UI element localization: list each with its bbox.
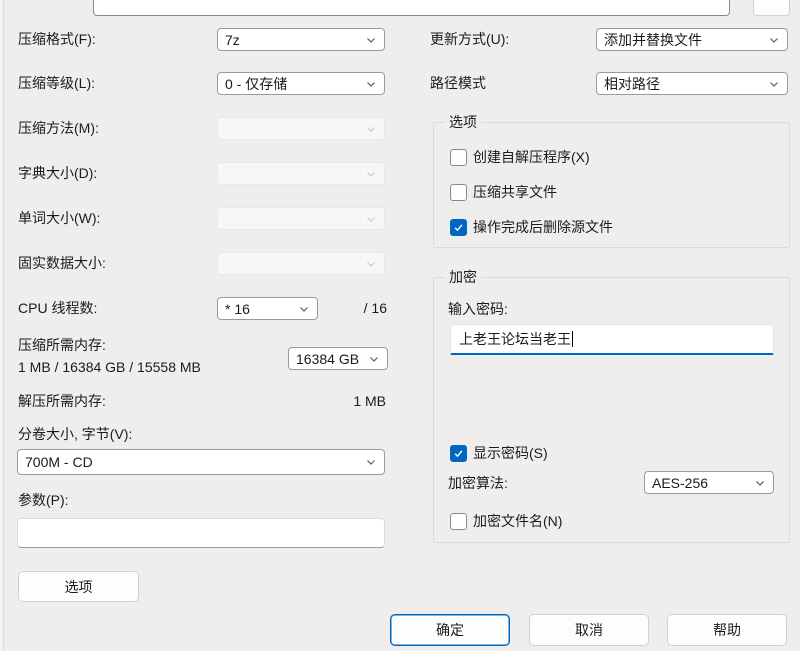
shared-files-checkbox[interactable] [450, 184, 467, 201]
encryption-method-label: 加密算法: [448, 472, 508, 494]
options-button[interactable]: 选项 [18, 571, 139, 602]
help-button[interactable]: 帮助 [667, 614, 787, 646]
delete-after-checkbox-row[interactable]: 操作完成后删除源文件 [450, 217, 613, 237]
path-mode-dropdown[interactable]: 相对路径 [596, 72, 788, 95]
solid-block-label: 固实数据大小: [18, 252, 106, 274]
cpu-threads-value: * 16 [225, 301, 250, 317]
volume-size-label: 分卷大小, 字节(V): [18, 423, 132, 445]
password-input[interactable]: 上老王论坛当老王 [450, 324, 774, 355]
parameters-input[interactable] [17, 518, 385, 548]
chevron-down-icon [768, 78, 780, 90]
chevron-down-icon [754, 477, 766, 489]
word-size-dropdown [217, 207, 385, 230]
options-button-label: 选项 [65, 577, 93, 597]
delete-after-label: 操作完成后删除源文件 [473, 217, 613, 237]
volume-size-value: 700M - CD [25, 454, 93, 470]
ok-button[interactable]: 确定 [390, 614, 510, 646]
archive-name-input[interactable] [93, 0, 730, 16]
show-password-checkbox[interactable] [450, 445, 467, 462]
solid-block-dropdown [217, 252, 385, 275]
chevron-down-icon [365, 168, 377, 180]
parameters-label: 参数(P): [18, 489, 69, 511]
encryption-method-dropdown[interactable]: AES-256 [644, 471, 774, 494]
shared-files-checkbox-row[interactable]: 压缩共享文件 [450, 182, 557, 202]
dialog-left-edge-line [3, 0, 4, 651]
cpu-threads-dropdown[interactable]: * 16 [217, 297, 318, 320]
cancel-button[interactable]: 取消 [529, 614, 649, 646]
show-password-checkbox-row[interactable]: 显示密码(S) [450, 443, 548, 463]
chevron-down-icon [365, 213, 377, 225]
cpu-threads-label: CPU 线程数: [18, 297, 97, 319]
level-label: 压缩等级(L): [18, 72, 95, 94]
delete-after-checkbox[interactable] [450, 219, 467, 236]
show-password-label: 显示密码(S) [473, 443, 548, 463]
update-mode-value: 添加并替换文件 [604, 30, 702, 50]
memory-compress-label: 压缩所需内存: [18, 334, 106, 356]
volume-size-combobox[interactable]: 700M - CD [17, 449, 385, 475]
chevron-down-icon [365, 258, 377, 270]
browse-button[interactable] [753, 0, 790, 16]
encrypt-filenames-checkbox-row[interactable]: 加密文件名(N) [450, 511, 562, 531]
create-sfx-checkbox[interactable] [450, 149, 467, 166]
create-sfx-label: 创建自解压程序(X) [473, 147, 590, 167]
memory-limit-dropdown[interactable]: 16384 GB [288, 347, 388, 370]
chevron-down-icon [365, 123, 377, 135]
update-mode-label: 更新方式(U): [430, 28, 509, 50]
options-group-title: 选项 [445, 112, 481, 132]
add-to-archive-dialog: 压缩格式(F): 7z 压缩等级(L): 0 - 仅存储 压缩方法(M): 字典… [0, 0, 800, 651]
password-value: 上老王论坛当老王 [459, 329, 571, 349]
chevron-down-icon [365, 456, 377, 468]
encrypt-filenames-label: 加密文件名(N) [473, 511, 562, 531]
encryption-group-title: 加密 [445, 267, 481, 287]
enter-password-label: 输入密码: [448, 298, 508, 320]
memory-compress-detail: 1 MB / 16384 GB / 15558 MB [18, 356, 201, 378]
ok-button-label: 确定 [436, 620, 464, 640]
format-label: 压缩格式(F): [18, 28, 96, 50]
format-dropdown[interactable]: 7z [217, 28, 385, 51]
chevron-down-icon [768, 34, 780, 46]
chevron-down-icon [368, 353, 380, 365]
help-button-label: 帮助 [713, 620, 741, 640]
method-dropdown [217, 117, 385, 140]
word-size-label: 单词大小(W): [18, 207, 100, 229]
cancel-button-label: 取消 [575, 620, 603, 640]
memory-decompress-label: 解压所需内存: [18, 390, 106, 412]
chevron-down-icon [365, 78, 377, 90]
encryption-group: 加密 输入密码: 上老王论坛当老王 显示密码(S) 加密算法: AES-256 … [433, 277, 790, 543]
cpu-threads-max: / 16 [340, 297, 387, 319]
format-value: 7z [225, 32, 240, 48]
memory-decompress-value: 1 MB [310, 390, 386, 412]
level-value: 0 - 仅存储 [225, 74, 287, 94]
chevron-down-icon [298, 303, 310, 315]
options-group: 选项 创建自解压程序(X) 压缩共享文件 操作完成后删除源文件 [433, 122, 790, 248]
chevron-down-icon [365, 34, 377, 46]
create-sfx-checkbox-row[interactable]: 创建自解压程序(X) [450, 147, 590, 167]
dictionary-label: 字典大小(D): [18, 162, 97, 184]
dictionary-dropdown [217, 162, 385, 185]
shared-files-label: 压缩共享文件 [473, 182, 557, 202]
method-label: 压缩方法(M): [18, 117, 99, 139]
path-mode-label: 路径模式 [430, 72, 486, 94]
level-dropdown[interactable]: 0 - 仅存储 [217, 72, 385, 95]
encryption-method-value: AES-256 [652, 475, 708, 491]
path-mode-value: 相对路径 [604, 74, 660, 94]
update-mode-dropdown[interactable]: 添加并替换文件 [596, 28, 788, 51]
text-caret [572, 331, 573, 347]
memory-limit-value: 16384 GB [296, 351, 359, 367]
encrypt-filenames-checkbox[interactable] [450, 513, 467, 530]
